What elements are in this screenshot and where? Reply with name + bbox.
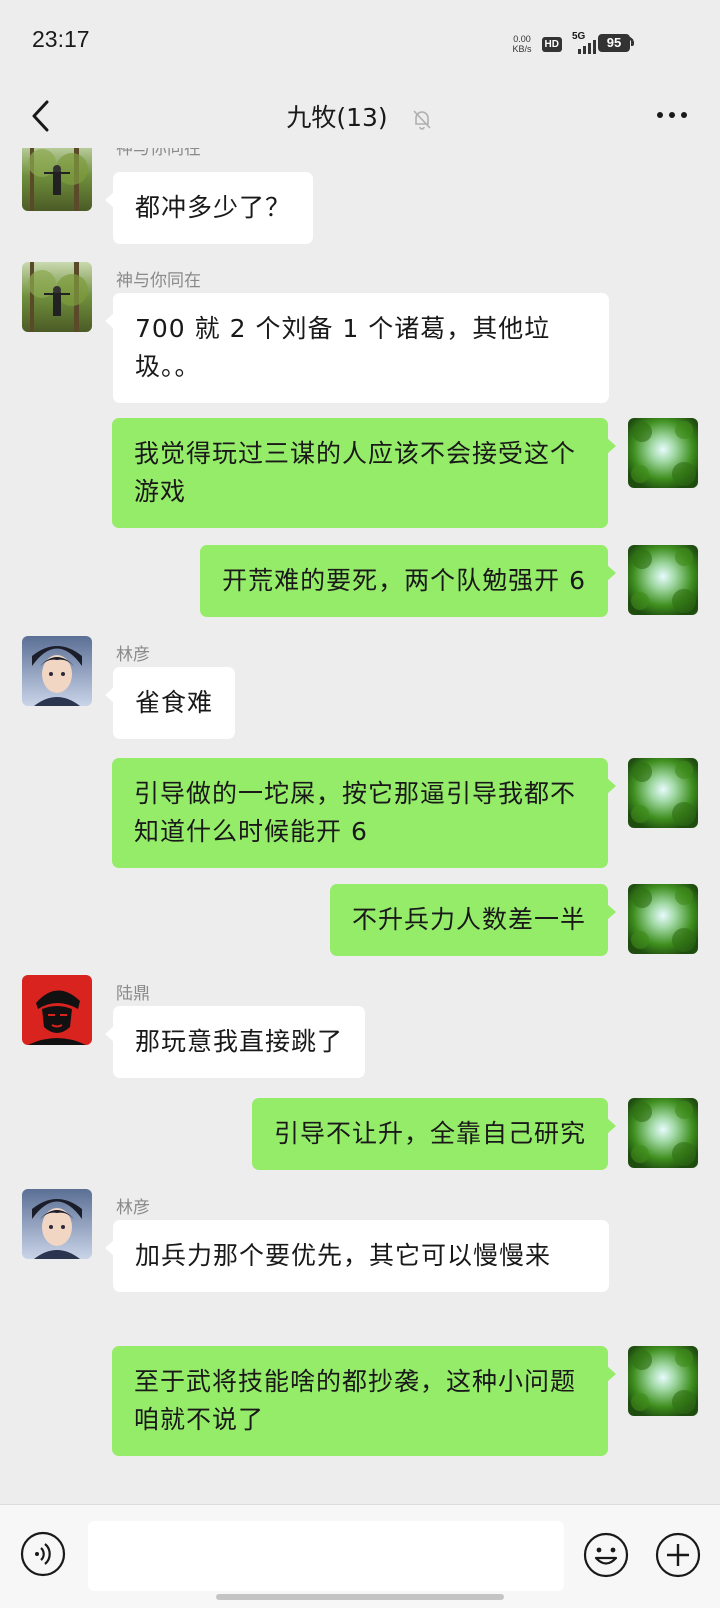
anime-boy-avatar[interactable] [22,636,92,706]
voice-icon[interactable] [20,1531,66,1577]
sender-name: 林彦 [116,645,150,665]
message-bubble[interactable]: 引导不让升，全靠自己研究 [251,1098,617,1170]
green-leaves-avatar[interactable] [628,418,698,488]
message-bubble[interactable]: 引导做的一坨屎，按它那逼引导我都不知道什么时候能开 6 [112,758,616,868]
red-portrait-avatar[interactable] [22,975,92,1045]
message-bubble[interactable]: 700 就 2 个刘备 1 个诸葛，其他垃圾。。 [105,293,609,403]
bell-off-icon [413,110,431,130]
green-leaves-avatar[interactable] [628,1346,698,1416]
sender-name: 陆鼎 [116,984,150,1004]
network-speed-value: 0.00 [513,34,531,44]
emoji-icon[interactable] [582,1531,630,1579]
message-bubble[interactable]: 至于武将技能啥的都抄袭，这种小问题咱就不说了 [112,1346,616,1456]
forest-person-avatar[interactable] [22,262,92,332]
message-bubble[interactable]: 都冲多少了？ [104,172,314,244]
message-bubble[interactable]: 加兵力那个要优先，其它可以慢慢来 [105,1220,609,1292]
status-time: 23:17 [32,26,90,52]
signal-icon: 5G [572,31,598,54]
message-bubble[interactable]: 不升兵力人数差一半 [329,884,617,956]
sender-name: 神与你同在 [116,271,201,291]
page-title: 九牧(13) [286,103,388,132]
chat-header: 九牧(13) [0,84,720,148]
message-bubble[interactable]: 开荒难的要死，两个队勉强开 6 [200,545,616,617]
forest-person-avatar[interactable] [22,148,92,211]
network-speed: 0.00 KB/s [513,34,532,54]
chat-title-wrap: 九牧(13) [0,98,720,134]
message-bubble[interactable]: 那玩意我直接跳了 [104,1006,366,1078]
sender-name: 林彦 [116,1198,150,1218]
status-bar: 23:17 0.00 KB/s HD 5G 95 [0,0,720,84]
input-bar [0,1504,720,1608]
anime-boy-avatar[interactable] [22,1189,92,1259]
green-leaves-avatar[interactable] [628,758,698,828]
hd-badge: HD [541,36,562,52]
network-speed-unit: KB/s [512,44,532,54]
plus-circle-icon[interactable] [654,1531,702,1579]
green-leaves-avatar[interactable] [628,884,698,954]
green-leaves-avatar[interactable] [628,545,698,615]
green-leaves-avatar[interactable] [628,1098,698,1168]
message-input[interactable] [88,1521,564,1591]
home-indicator[interactable] [216,1594,504,1600]
message-bubble[interactable]: 我觉得玩过三谋的人应该不会接受这个游戏 [112,418,616,528]
message-bubble[interactable]: 雀食难 [104,667,236,739]
more-dots-icon[interactable] [654,100,690,130]
network-type: 5G [572,31,586,42]
battery-indicator: 95 [598,34,634,52]
sender-name: 神与你同在 [116,148,201,159]
message-list[interactable]: 神与你同在 都冲多少了？ 神与你同在 700 就 2 个刘备 1 个诸葛，其他垃… [0,148,720,1504]
